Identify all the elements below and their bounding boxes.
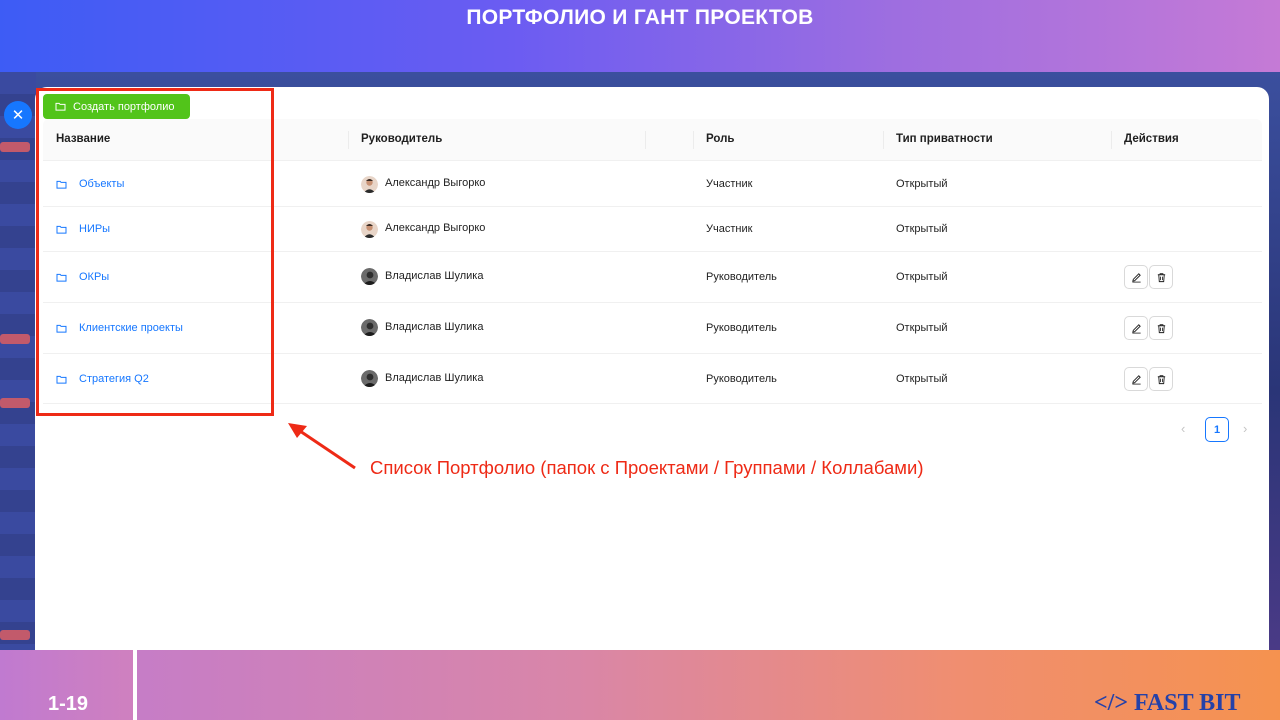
backdrop-accent <box>0 142 30 152</box>
delete-button[interactable] <box>1149 367 1173 391</box>
footer-divider <box>133 650 137 720</box>
backdrop-accent <box>0 334 30 344</box>
slide-page-number: 1-19 <box>48 693 89 715</box>
slide-footer <box>0 650 1280 720</box>
backdrop-accent <box>0 398 30 408</box>
edit-icon <box>1131 272 1141 282</box>
pagination-page-current[interactable]: 1 <box>1205 417 1229 442</box>
manager-name: Александр Выгорко <box>385 177 486 189</box>
privacy-value: Открытый <box>896 373 948 385</box>
role-value: Руководитель <box>706 322 777 334</box>
role-value: Руководитель <box>706 373 777 385</box>
pagination-prev[interactable]: ‹ <box>1181 421 1185 436</box>
manager-name: Владислав Шулика <box>385 270 484 282</box>
delete-button[interactable] <box>1149 265 1173 289</box>
manager-name: Владислав Шулика <box>385 372 484 384</box>
privacy-value: Открытый <box>896 178 948 190</box>
privacy-value: Открытый <box>896 322 948 334</box>
edit-button[interactable] <box>1124 265 1148 289</box>
column-divider <box>693 131 694 149</box>
privacy-value: Открытый <box>896 223 948 235</box>
close-button[interactable]: ✕ <box>4 101 32 129</box>
role-value: Участник <box>706 223 753 235</box>
column-divider <box>348 131 349 149</box>
edit-button[interactable] <box>1124 367 1148 391</box>
column-header-role[interactable]: Роль <box>706 133 735 145</box>
trash-icon <box>1157 272 1165 282</box>
privacy-value: Открытый <box>896 271 948 283</box>
column-divider <box>645 131 646 149</box>
edit-icon <box>1131 323 1141 333</box>
delete-button[interactable] <box>1149 316 1173 340</box>
avatar <box>361 370 378 387</box>
avatar <box>361 176 378 193</box>
column-header-privacy[interactable]: Тип приватности <box>896 133 993 145</box>
annotation-text: Список Портфолио (папок с Проектами / Гр… <box>370 457 924 478</box>
role-value: Участник <box>706 178 753 190</box>
slide-title: ПОРТФОЛИО И ГАНТ ПРОЕКТОВ <box>466 6 814 29</box>
trash-icon <box>1157 374 1165 384</box>
backdrop-accent <box>0 630 30 640</box>
app-sidebar-backdrop <box>0 72 36 650</box>
trash-icon <box>1157 323 1165 333</box>
column-divider <box>1111 131 1112 149</box>
annotation-arrow <box>288 423 356 470</box>
column-header-manager[interactable]: Руководитель <box>361 133 442 145</box>
chevron-right-icon: › <box>1243 421 1248 436</box>
chevron-left-icon: ‹ <box>1181 421 1186 436</box>
close-icon: ✕ <box>11 107 25 124</box>
manager-name: Александр Выгорко <box>385 222 486 234</box>
edit-button[interactable] <box>1124 316 1148 340</box>
brand-logo: </> FAST BIT <box>1094 690 1241 716</box>
avatar <box>361 319 378 336</box>
column-divider <box>883 131 884 149</box>
annotation-highlight-box <box>36 88 274 416</box>
pagination-next[interactable]: › <box>1243 421 1247 436</box>
role-value: Руководитель <box>706 271 777 283</box>
edit-icon <box>1131 374 1141 384</box>
manager-name: Владислав Шулика <box>385 321 484 333</box>
avatar <box>361 221 378 238</box>
avatar <box>361 268 378 285</box>
column-header-actions: Действия <box>1124 133 1179 145</box>
